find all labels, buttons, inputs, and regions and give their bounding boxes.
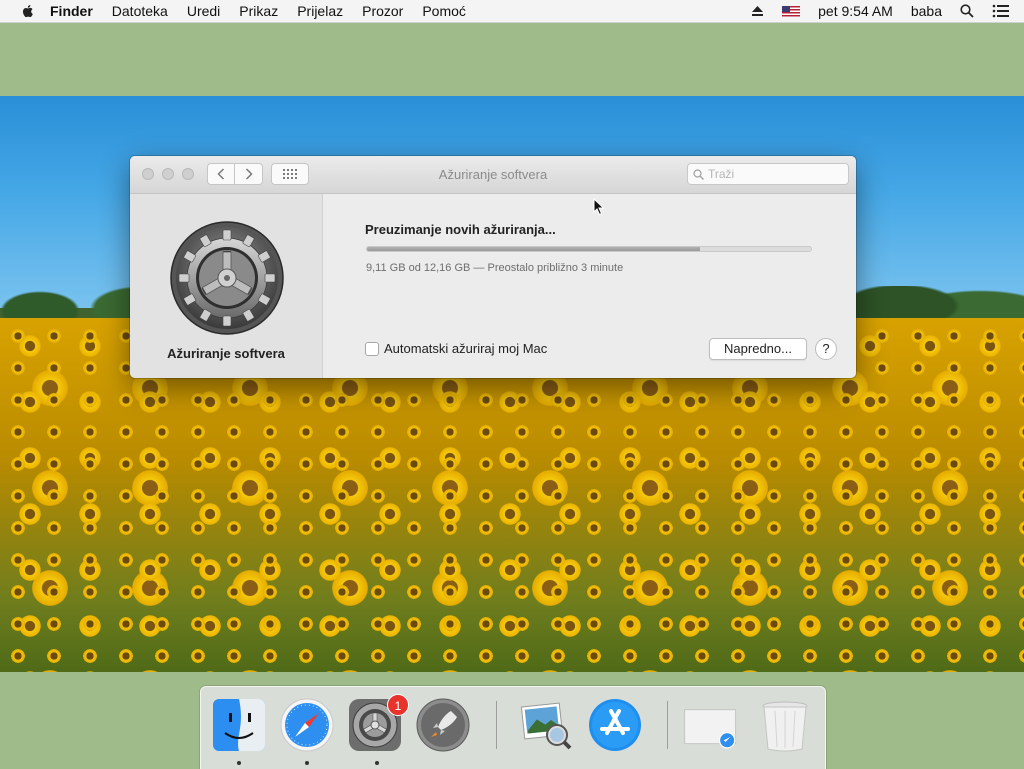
download-detail: 9,11 GB od 12,16 GB — Preostalo približn…	[366, 262, 624, 274]
apple-icon[interactable]	[20, 3, 36, 19]
menu-bar: Finder Datoteka Uredi Prikaz Prijelaz Pr…	[0, 0, 1024, 23]
dock-separator	[496, 701, 497, 749]
mouse-cursor-icon	[593, 198, 605, 216]
app-store-icon[interactable]	[587, 697, 643, 753]
window-titlebar[interactable]: Ažuriranje softvera Traži	[130, 156, 856, 194]
finder-running-indicator	[237, 761, 241, 765]
software-update-gear-icon	[170, 221, 284, 335]
launchpad-icon[interactable]	[415, 697, 471, 753]
update-badge: 1	[387, 694, 409, 716]
download-progress-fill	[367, 247, 700, 251]
spotlight-search-icon[interactable]	[960, 4, 974, 18]
preview-icon[interactable]	[517, 697, 573, 753]
safari-running-indicator	[305, 761, 309, 765]
search-field[interactable]: Traži	[687, 163, 849, 185]
trash-icon[interactable]	[757, 697, 813, 753]
advanced-button[interactable]: Napredno...	[709, 338, 807, 360]
download-status: Preuzimanje novih ažuriranja...	[365, 222, 556, 237]
menu-prozor[interactable]: Prozor	[362, 3, 403, 19]
menu-prikaz[interactable]: Prikaz	[239, 3, 278, 19]
update-main-pane: Preuzimanje novih ažuriranja... 9,11 GB …	[323, 194, 856, 378]
search-icon	[693, 168, 704, 180]
finder-icon[interactable]	[211, 697, 267, 753]
menu-prijelaz[interactable]: Prijelaz	[297, 3, 343, 19]
dock-separator-2	[667, 701, 668, 749]
downloads-stack-icon[interactable]	[683, 697, 739, 753]
system-preferences-dock-item[interactable]: 1	[347, 694, 409, 753]
input-source-flag-icon[interactable]	[782, 5, 801, 17]
menu-pomoc[interactable]: Pomoć	[422, 3, 466, 19]
notification-center-icon[interactable]	[992, 4, 1010, 18]
menu-finder[interactable]: Finder	[50, 3, 93, 19]
auto-update-option[interactable]: Automatski ažuriraj moj Mac	[365, 341, 547, 356]
download-progress-bar	[366, 246, 812, 252]
sidebar-pane: Ažuriranje softvera	[130, 194, 323, 378]
menubar-clock[interactable]: pet 9:54 AM	[818, 3, 893, 19]
help-button[interactable]: ?	[815, 338, 837, 360]
auto-update-label[interactable]: Automatski ažuriraj moj Mac	[384, 341, 547, 356]
software-update-window: Ažuriranje softvera Traži Ažuriranje sof…	[130, 156, 856, 378]
search-placeholder: Traži	[708, 167, 735, 181]
menubar-user[interactable]: baba	[911, 3, 942, 19]
menu-datoteka[interactable]: Datoteka	[112, 3, 168, 19]
auto-update-checkbox[interactable]	[365, 341, 379, 356]
eject-icon[interactable]	[751, 5, 764, 17]
dock: 1	[200, 686, 826, 769]
system-preferences-running-indicator	[375, 761, 379, 765]
safari-icon[interactable]	[279, 697, 335, 753]
sidebar-title: Ažuriranje softvera	[167, 346, 285, 361]
menu-uredi[interactable]: Uredi	[187, 3, 220, 19]
